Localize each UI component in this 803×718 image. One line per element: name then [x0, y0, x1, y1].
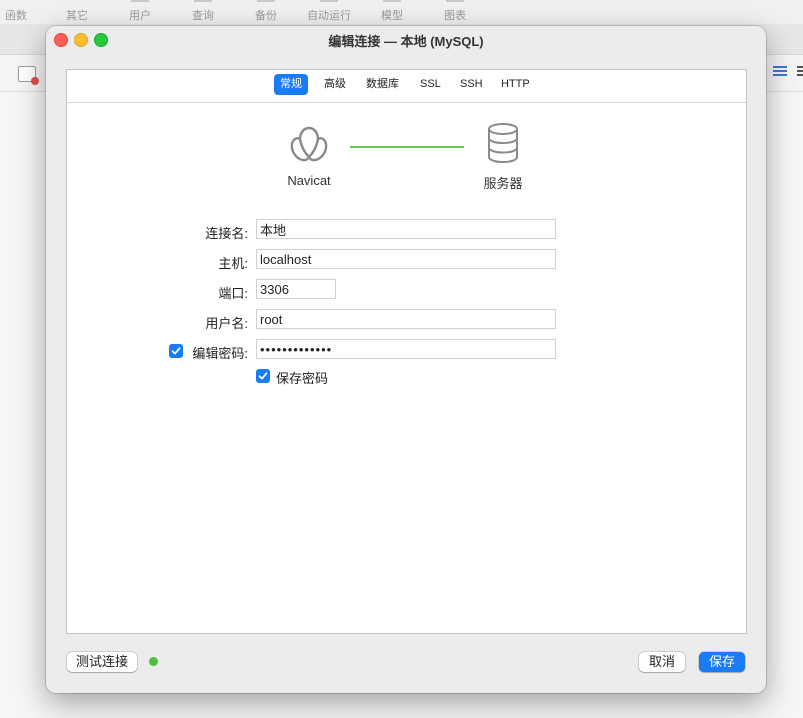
password-input[interactable]: [256, 339, 556, 359]
detail-view-icon[interactable]: [797, 66, 803, 78]
username-label: 用户名:: [205, 316, 248, 331]
test-connection-button[interactable]: 测试连接: [67, 652, 137, 672]
save-password-checkbox[interactable]: [256, 369, 270, 383]
server-label: 服务器: [483, 176, 523, 191]
tab-advanced[interactable]: 高级: [318, 74, 352, 95]
tab-general[interactable]: 常规: [274, 74, 308, 95]
host-label: 主机:: [218, 256, 248, 271]
save-password-label: 保存密码: [276, 371, 329, 386]
tab-bar: 常规 高级 数据库 SSL SSH HTTP: [67, 70, 746, 103]
edit-password-label: 编辑密码:: [192, 346, 248, 361]
list-view-icon[interactable]: [773, 66, 787, 78]
save-button[interactable]: 保存: [699, 652, 745, 672]
toolbar-charts[interactable]: 图表: [444, 0, 466, 23]
client-label: Navicat: [287, 173, 331, 188]
toolbar-automation[interactable]: 自动运行: [307, 0, 351, 23]
username-input[interactable]: [256, 309, 556, 329]
host-input[interactable]: [256, 249, 556, 269]
connection-name-input[interactable]: [256, 219, 556, 239]
settings-panel: 常规 高级 数据库 SSL SSH HTTP Navicat 服务器 连接名: …: [66, 69, 747, 634]
cancel-button[interactable]: 取消: [639, 652, 685, 672]
tab-databases[interactable]: 数据库: [360, 74, 405, 95]
checkmark-icon: [258, 372, 268, 380]
table-delete-icon[interactable]: [18, 66, 39, 85]
navicat-logo-icon: [290, 126, 328, 162]
tab-ssh[interactable]: SSH: [454, 74, 489, 95]
edit-connection-dialog: 编辑连接 — 本地 (MySQL) 常规 高级 数据库 SSL SSH HTTP…: [46, 26, 766, 693]
connection-name-label: 连接名:: [205, 226, 248, 241]
connection-status-indicator: [149, 657, 158, 666]
toolbar-users[interactable]: 用户: [129, 0, 151, 23]
connection-link-line: [350, 146, 464, 148]
tab-http[interactable]: HTTP: [495, 74, 536, 95]
window-title: 编辑连接 — 本地 (MySQL): [328, 34, 484, 49]
background-toolbar: 函数 其它 用户 查询 备份 自动运行 模型 图表: [0, 0, 803, 24]
toolbar-functions[interactable]: 函数: [5, 7, 27, 23]
toolbar-model[interactable]: 模型: [381, 0, 403, 23]
port-input[interactable]: [256, 279, 336, 299]
port-label: 端口:: [218, 286, 248, 301]
database-server-icon: [488, 123, 518, 164]
tab-ssl[interactable]: SSL: [414, 74, 447, 95]
toolbar-query[interactable]: 查询: [192, 0, 214, 23]
toolbar-backup[interactable]: 备份: [255, 0, 277, 23]
title-bar: 编辑连接 — 本地 (MySQL): [46, 26, 766, 52]
toolbar-others[interactable]: 其它: [66, 7, 88, 23]
